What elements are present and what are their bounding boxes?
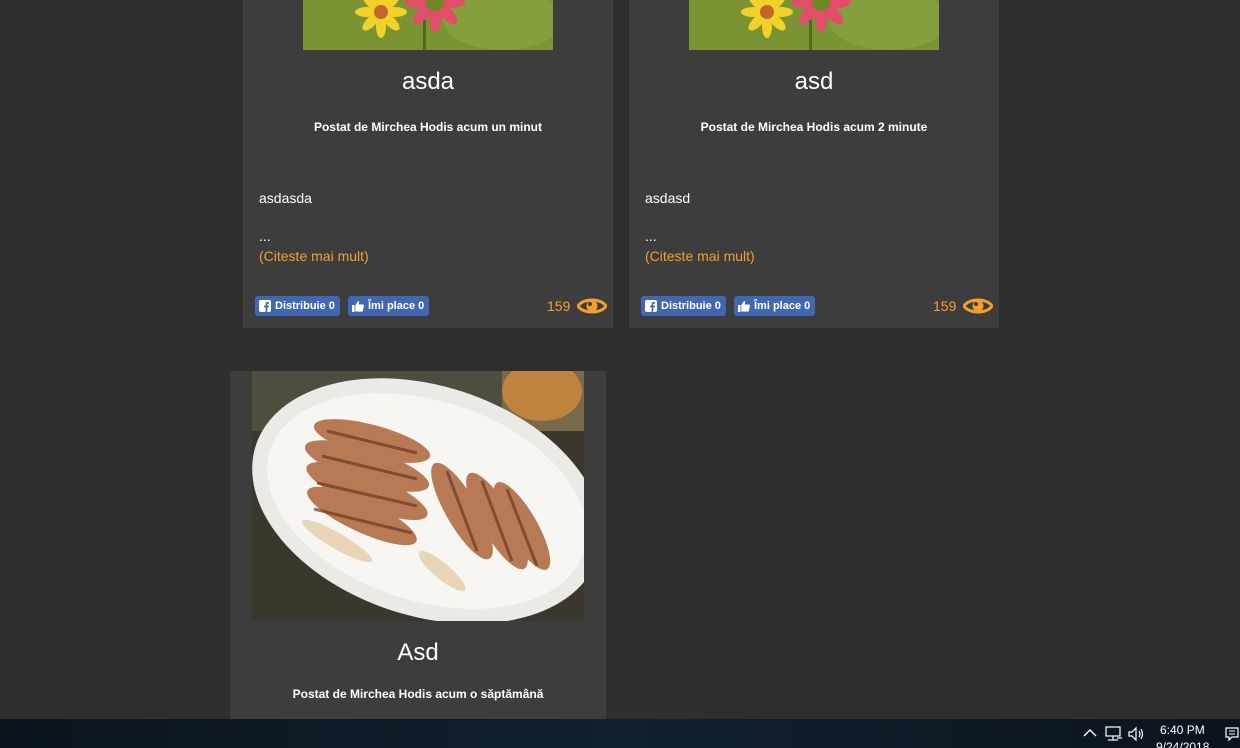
notifications-icon[interactable] [1224, 726, 1240, 742]
post-image[interactable] [689, 0, 939, 50]
excerpt-ellipsis: ... [259, 228, 271, 244]
chevron-up-icon[interactable] [1083, 728, 1097, 738]
network-icon[interactable] [1105, 726, 1123, 742]
share-label: Distribuie 0 [275, 300, 335, 312]
thumbs-up-icon [352, 301, 364, 312]
clock-time[interactable]: 6:40 PM [1160, 723, 1205, 737]
post-card: Asd Postat de Mirchea Hodis acum o săptă… [230, 371, 606, 719]
facebook-icon [645, 300, 657, 312]
view-count: 159 [547, 298, 571, 314]
volume-icon[interactable] [1128, 726, 1146, 742]
view-count: 159 [933, 298, 957, 314]
post-byline: Postat de Mirchea Hodis acum 2 minute [700, 120, 928, 134]
facebook-share-button[interactable]: Distribuie 0 [255, 296, 340, 316]
post-image[interactable] [252, 371, 584, 621]
facebook-like-button[interactable]: Îmi place 0 [348, 296, 430, 316]
post-excerpt: asdasda [259, 190, 312, 206]
post-title[interactable]: asd [629, 68, 999, 96]
like-label: Îmi place 0 [368, 300, 425, 312]
like-label: Îmi place 0 [754, 300, 811, 312]
facebook-share-button[interactable]: Distribuie 0 [641, 296, 726, 316]
excerpt-ellipsis: ... [645, 228, 657, 244]
read-more-link[interactable]: (Citeste mai mult) [259, 248, 369, 264]
post-card: asd Postat de Mirchea Hodis acum 2 minut… [629, 0, 999, 328]
read-more-link[interactable]: (Citeste mai mult) [645, 248, 755, 264]
taskbar: 6:40 PM 9/24/2018 [0, 719, 1240, 748]
post-excerpt: asdasd [645, 190, 691, 206]
post-image[interactable] [303, 0, 553, 50]
facebook-icon [259, 300, 271, 312]
post-title[interactable]: asda [243, 68, 613, 96]
share-label: Distribuie 0 [661, 300, 721, 312]
eye-icon [577, 298, 607, 314]
post-byline: Postat de Mirchea Hodis acum o săptămână [292, 687, 544, 701]
post-card: asda Postat de Mirchea Hodis acum un min… [243, 0, 613, 328]
thumbs-up-icon [738, 301, 750, 312]
post-byline: Postat de Mirchea Hodis acum un minut [313, 120, 543, 134]
clock-date[interactable]: 9/24/2018 [1156, 740, 1209, 748]
facebook-like-button[interactable]: Îmi place 0 [734, 296, 816, 316]
post-title[interactable]: Asd [230, 639, 606, 667]
eye-icon [963, 298, 993, 314]
